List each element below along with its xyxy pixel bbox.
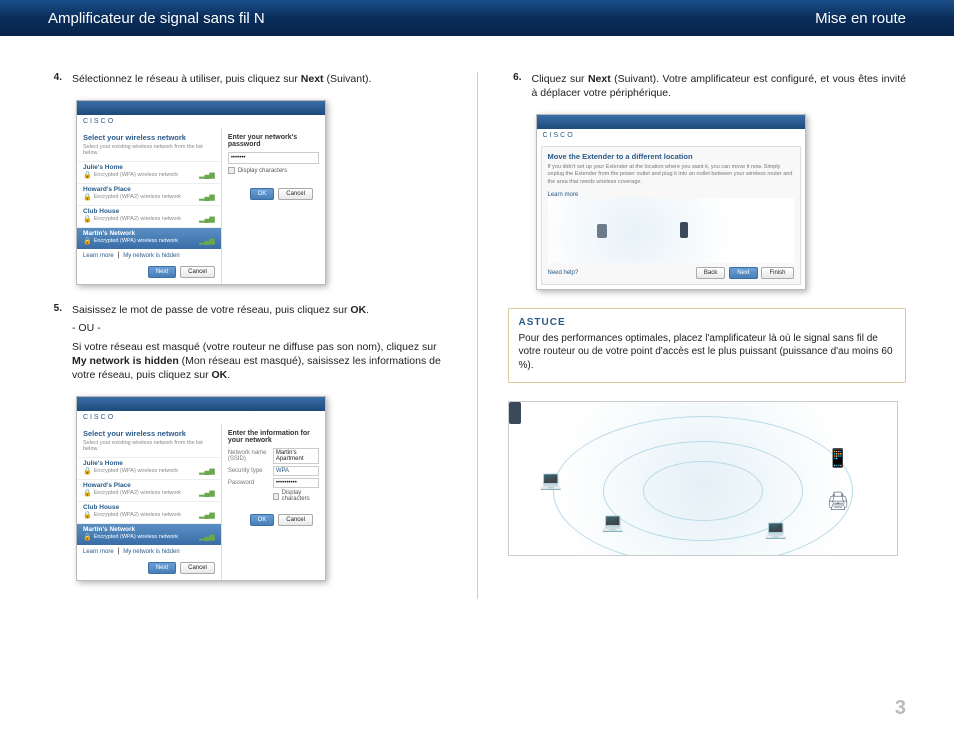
need-help-link[interactable]: Need help?	[548, 270, 579, 276]
checkbox-display-chars[interactable]	[228, 167, 235, 174]
checkbox-display-chars[interactable]	[273, 493, 279, 500]
signal-icon: ▂▄▆	[199, 511, 215, 519]
screenshot-hidden-network: CISCO Select your wireless network Selec…	[76, 396, 326, 581]
ss3-illustration	[548, 198, 794, 263]
ok-button[interactable]: OK	[250, 514, 275, 526]
lock-icon: 🔒	[83, 467, 92, 475]
ss3-subheading: If you didn't set up your Extender at th…	[548, 164, 794, 185]
signal-icon: ▂▄▆	[199, 215, 215, 223]
step-5: 5. Saisissez le mot de passe de votre ré…	[48, 303, 447, 382]
hidden-network-link[interactable]: My network is hidden	[123, 549, 179, 555]
signal-icon: ▂▄▆	[199, 489, 215, 497]
screenshot-move-extender: CISCO Move the Extender to a different l…	[536, 114, 806, 289]
step-6-text: Cliquez sur Next (Suivant). Votre amplif…	[532, 72, 907, 100]
list-item[interactable]: Club House 🔒Encrypted (WPA2) wireless ne…	[77, 501, 221, 523]
laptop-icon: 💻	[765, 519, 787, 540]
next-button[interactable]: Next	[729, 267, 757, 279]
step-5-text: Saisissez le mot de passe de votre résea…	[72, 303, 447, 382]
extender-icon	[509, 402, 521, 424]
list-item[interactable]: Club House 🔒Encrypted (WPA2) wireless ne…	[77, 205, 221, 227]
signal-icon: ▂▄▆	[199, 237, 215, 245]
learn-more-link[interactable]: Learn more	[83, 549, 114, 555]
ssid-input[interactable]: Martin's Apartment	[273, 448, 319, 464]
cisco-logo: CISCO	[77, 115, 325, 128]
tip-box: ASTUCE Pour des performances optimales, …	[508, 308, 907, 384]
cisco-logo: CISCO	[77, 411, 325, 424]
ss2-network-list: Julie's Home 🔒Encrypted (WPA) wireless n…	[77, 457, 221, 545]
step-4: 4. Sélectionnez le réseau à utiliser, pu…	[48, 72, 447, 86]
right-column: 6. Cliquez sur Next (Suivant). Votre amp…	[478, 72, 907, 599]
step-4-text: Sélectionnez le réseau à utiliser, puis …	[72, 72, 371, 86]
step-4-number: 4.	[48, 72, 62, 86]
extender-icon	[680, 222, 688, 238]
ss1-right-title: Enter your network's password	[228, 134, 319, 148]
list-item[interactable]: Howard's Place 🔒Encrypted (WPA2) wireles…	[77, 479, 221, 501]
signal-icon: ▂▄▆	[199, 533, 215, 541]
security-select[interactable]: WPA	[273, 466, 319, 476]
ss1-subheading: Select your existing wireless network fr…	[77, 144, 221, 161]
lock-icon: 🔒	[83, 533, 92, 541]
lock-icon: 🔒	[83, 511, 92, 519]
signal-icon: ▂▄▆	[199, 171, 215, 179]
ss2-right-title: Enter the information for your network	[228, 430, 319, 444]
ss3-titlebar	[537, 115, 805, 129]
laptop-icon: 💻	[602, 512, 624, 533]
lock-icon: 🔒	[83, 215, 92, 223]
ss1-network-list: Julie's Home 🔒Encrypted (WPA) wireless n…	[77, 161, 221, 249]
signal-ring	[553, 416, 853, 556]
cancel-button[interactable]: Cancel	[278, 514, 313, 526]
tip-title: ASTUCE	[519, 317, 896, 328]
ss3-heading: Move the Extender to a different locatio…	[548, 152, 794, 161]
laptop-icon: 💻	[540, 470, 562, 491]
left-column: 4. Sélectionnez le réseau à utiliser, pu…	[48, 72, 478, 599]
signal-icon: ▂▄▆	[199, 193, 215, 201]
next-button[interactable]: Next	[148, 562, 176, 574]
learn-more-link[interactable]: Learn more	[83, 253, 114, 259]
phone-icon: 📱	[827, 448, 849, 469]
router-icon	[597, 224, 607, 238]
list-item[interactable]: Julie's Home 🔒Encrypted (WPA) wireless n…	[77, 457, 221, 479]
lock-icon: 🔒	[83, 489, 92, 497]
cancel-button[interactable]: Cancel	[180, 266, 215, 278]
signal-icon: ▂▄▆	[199, 467, 215, 475]
tip-body: Pour des performances optimales, placez …	[519, 332, 896, 373]
content-area: 4. Sélectionnez le réseau à utiliser, pu…	[0, 36, 954, 619]
step-6: 6. Cliquez sur Next (Suivant). Votre amp…	[508, 72, 907, 100]
cancel-button[interactable]: Cancel	[278, 188, 313, 200]
list-item[interactable]: Howard's Place 🔒Encrypted (WPA2) wireles…	[77, 183, 221, 205]
list-item[interactable]: Julie's Home 🔒Encrypted (WPA) wireless n…	[77, 161, 221, 183]
list-item-selected[interactable]: Martin's Network 🔒Encrypted (WPA) wirele…	[77, 523, 221, 545]
list-item-selected[interactable]: Martin's Network 🔒Encrypted (WPA) wirele…	[77, 227, 221, 249]
page-number: 3	[895, 697, 906, 720]
ss2-heading: Select your wireless network	[77, 424, 221, 440]
page-header: Amplificateur de signal sans fil N Mise …	[0, 0, 954, 36]
hidden-network-link[interactable]: My network is hidden	[123, 253, 179, 259]
header-title-left: Amplificateur de signal sans fil N	[48, 10, 265, 27]
next-button[interactable]: Next	[148, 266, 176, 278]
finish-button[interactable]: Finish	[761, 267, 793, 279]
screenshot-select-network-password: CISCO Select your wireless network Selec…	[76, 100, 326, 285]
step-6-number: 6.	[508, 72, 522, 100]
cisco-logo: CISCO	[537, 129, 805, 142]
ss1-heading: Select your wireless network	[77, 128, 221, 144]
lock-icon: 🔒	[83, 193, 92, 201]
back-button[interactable]: Back	[696, 267, 725, 279]
lock-icon: 🔒	[83, 171, 92, 179]
ss2-subheading: Select your existing wireless network fr…	[77, 440, 221, 457]
wireless-coverage-diagram: 💻 💻 📱 🖨 💻	[508, 401, 898, 556]
password-input[interactable]: ••••••••••	[273, 478, 319, 488]
cancel-button[interactable]: Cancel	[180, 562, 215, 574]
password-input[interactable]: •••••••	[228, 152, 319, 164]
header-title-right: Mise en route	[815, 10, 906, 27]
lock-icon: 🔒	[83, 237, 92, 245]
printer-icon: 🖨	[827, 491, 850, 512]
ok-button[interactable]: OK	[250, 188, 275, 200]
step-5-number: 5.	[48, 303, 62, 382]
ss2-titlebar	[77, 397, 325, 411]
ss1-titlebar	[77, 101, 325, 115]
